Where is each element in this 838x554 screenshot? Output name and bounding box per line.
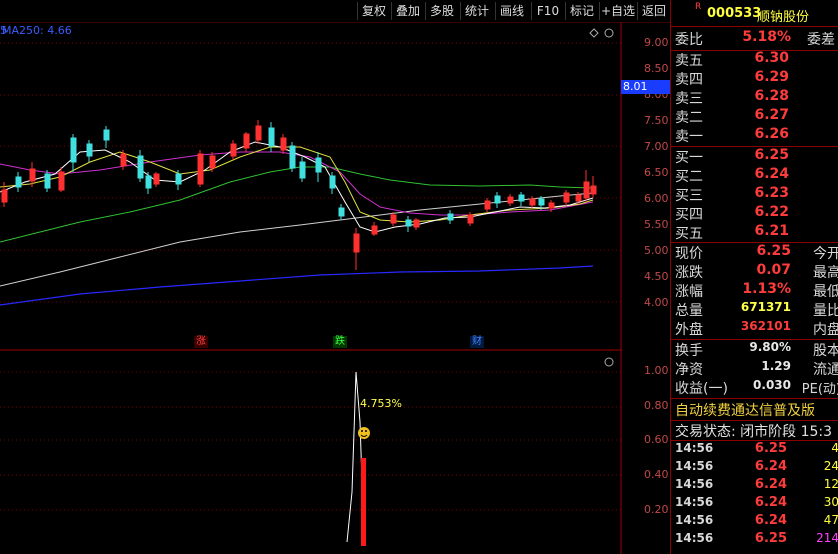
stock-header: R 000533 顺钠股份 xyxy=(671,0,838,28)
ma250-label: MA250: 4.66 xyxy=(2,24,72,37)
ask-row-4[interactable]: 卖四 6.29 xyxy=(675,69,838,89)
kline-chart-area[interactable]: 4.753% 涨 跌 财 xyxy=(0,22,622,554)
rise-marker: 涨 xyxy=(194,336,208,348)
back-button[interactable]: 返回 xyxy=(637,2,670,20)
stat-row-outer: 外盘 362101 内盘 xyxy=(675,319,838,338)
finance-marker: 财 xyxy=(470,336,484,348)
mark-button[interactable]: 标记 xyxy=(565,2,598,20)
indicator-annotation: 4.753% xyxy=(360,397,402,410)
price-axis: 9.00 8.50 8.00 7.50 7.00 6.50 6.00 5.50 … xyxy=(644,36,669,516)
bid-row-4[interactable]: 买四 6.22 xyxy=(675,204,838,224)
tick-row: 14:56 6.24 24 xyxy=(675,459,838,474)
stat-row-eps: 收益(一) 0.030 PE(动) xyxy=(675,378,838,397)
kline-chart[interactable] xyxy=(0,22,622,554)
smiley-icon xyxy=(358,427,370,439)
ask-row-2[interactable]: 卖二 6.27 xyxy=(675,107,838,127)
f10-button[interactable]: F10 xyxy=(531,2,564,20)
stat-row-turnover: 换手 9.80% 股本 xyxy=(675,340,838,359)
tick-row: 14:56 6.24 12 xyxy=(675,477,838,492)
overlay-button[interactable]: 叠加 xyxy=(391,2,424,20)
stat-row-netasset: 净资 1.29 流通 xyxy=(675,359,838,378)
chart-corner-icons xyxy=(589,28,614,38)
ask-row-3[interactable]: 卖三 6.28 xyxy=(675,88,838,108)
tick-row: 14:56 6.25 214 xyxy=(675,531,838,546)
current-price-tag: 8.01 xyxy=(621,80,671,94)
promo-link[interactable]: 自动续费通达信普及版 xyxy=(675,400,815,420)
indicator-bar xyxy=(361,458,366,546)
tick-row: 14:56 6.24 47 xyxy=(675,513,838,528)
draw-line-button[interactable]: 画线 xyxy=(495,2,528,20)
stat-row-volume: 总量 671371 量比 xyxy=(675,300,838,319)
candlesticks xyxy=(1,120,597,270)
ma60-line xyxy=(0,166,594,243)
add-favorite-button[interactable]: +自选 xyxy=(599,2,636,20)
statistics-button[interactable]: 统计 xyxy=(460,2,493,20)
fuquan-button[interactable]: 复权 xyxy=(357,2,390,20)
bid-row-3[interactable]: 买三 6.23 xyxy=(675,185,838,205)
ask-row-1[interactable]: 卖一 6.26 xyxy=(675,126,838,146)
stat-row-pct: 涨幅 1.13% 最低 xyxy=(675,281,838,300)
bid-row-1[interactable]: 买一 6.25 xyxy=(675,147,838,167)
stat-row-change: 涨跌 0.07 最高 xyxy=(675,262,838,281)
fall-marker: 跌 xyxy=(333,336,347,348)
trade-status: 交易状态: 闭市阶段 15:3 xyxy=(675,424,833,440)
badge: R xyxy=(695,2,702,12)
stock-name: 顺钠股份 xyxy=(757,10,810,25)
ma120-line xyxy=(0,192,594,287)
weibi-row: 委比 5.18% 委差 xyxy=(675,29,835,48)
grid-lines xyxy=(0,42,622,511)
quote-panel: R 000533 顺钠股份 委比 5.18% 委差 卖五 6.30 卖四 6.29 … xyxy=(670,0,838,554)
multi-stock-button[interactable]: 多股 xyxy=(425,2,458,20)
chart-toolbar: 复权 叠加 多股 统计 画线 F10 标记 +自选 返回 xyxy=(0,0,670,23)
bid-row-2[interactable]: 买二 6.24 xyxy=(675,166,838,186)
bid-row-5[interactable]: 买五 6.21 xyxy=(675,223,838,243)
ask-row-5[interactable]: 卖五 6.30 xyxy=(675,50,838,70)
ma250-line xyxy=(0,265,594,306)
tick-row: 14:56 6.25 4 xyxy=(675,441,838,456)
tick-row: 14:56 6.24 30 xyxy=(675,495,838,510)
stock-code: 000533 xyxy=(707,6,762,21)
stat-row-price: 现价 6.25 今开 xyxy=(675,243,838,262)
corner-mark: 5 xyxy=(0,24,7,37)
